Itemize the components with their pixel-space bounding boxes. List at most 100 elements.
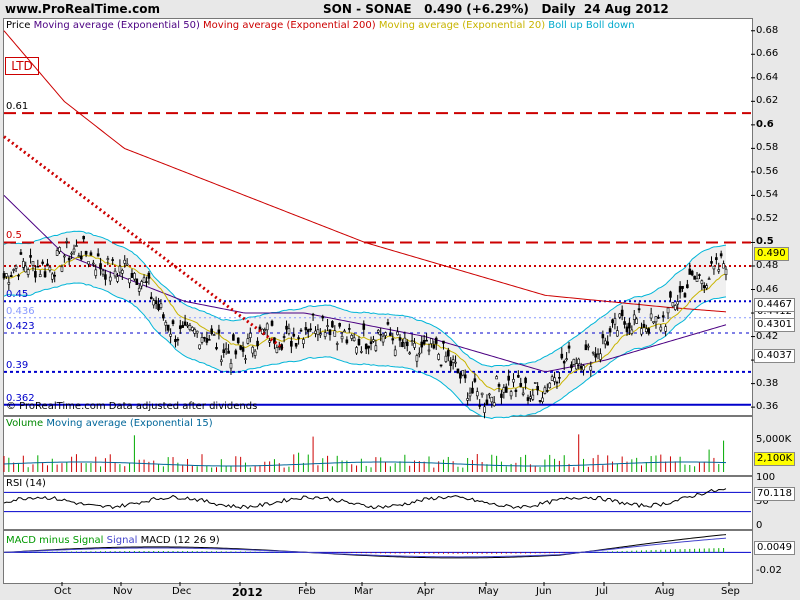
macd-box: 0.0049 bbox=[754, 540, 795, 555]
y-tick-label: 0.5 bbox=[756, 236, 774, 248]
candle-body bbox=[422, 340, 426, 345]
candle-body bbox=[517, 375, 520, 378]
candle-body bbox=[688, 268, 692, 275]
y-tick-label: 0.38 bbox=[756, 377, 779, 389]
candle-body bbox=[304, 327, 308, 331]
candle-body bbox=[652, 321, 655, 324]
candle-body bbox=[12, 269, 15, 271]
candle-body bbox=[343, 330, 346, 333]
candle-body bbox=[38, 274, 42, 278]
candle-body bbox=[497, 384, 501, 387]
candle-body bbox=[666, 307, 670, 314]
value-box: 0.4467 bbox=[754, 298, 795, 313]
candle-body bbox=[65, 241, 69, 243]
candle-body bbox=[215, 346, 218, 350]
x-tick-label: 2012 bbox=[232, 586, 263, 599]
candle-body bbox=[323, 332, 327, 337]
candle-body bbox=[504, 386, 508, 393]
candle-body bbox=[306, 329, 310, 333]
candle-body bbox=[490, 396, 494, 403]
candle-body bbox=[459, 372, 462, 379]
candle-body bbox=[512, 379, 515, 383]
candle-body bbox=[176, 338, 180, 341]
candle-body bbox=[451, 359, 455, 363]
candle-body bbox=[681, 285, 684, 289]
price-legend: Price Moving average (Exponential 50) Mo… bbox=[6, 20, 635, 31]
candle-body bbox=[439, 364, 443, 367]
candle-body bbox=[618, 313, 622, 318]
candle-body bbox=[408, 352, 411, 355]
candle-body bbox=[705, 285, 708, 289]
candle-body bbox=[333, 330, 337, 337]
candle-body bbox=[635, 318, 638, 324]
candle-body bbox=[316, 329, 320, 335]
level-label: 0.5 bbox=[6, 230, 22, 242]
volume-tick: 5,000K bbox=[756, 434, 792, 445]
candle-body bbox=[60, 266, 64, 272]
candle-body bbox=[533, 382, 537, 384]
candle-body bbox=[36, 265, 40, 268]
candle-body bbox=[724, 268, 728, 276]
candle-body bbox=[543, 387, 547, 394]
candle-body bbox=[169, 333, 172, 337]
y-tick-label: 0.64 bbox=[756, 71, 779, 83]
volume-label: Volume bbox=[6, 418, 44, 429]
candle-body bbox=[401, 341, 404, 348]
y-tick-label: 0.68 bbox=[756, 24, 779, 36]
candle-body bbox=[113, 270, 117, 277]
candle-body bbox=[140, 281, 143, 287]
candle-body bbox=[200, 337, 204, 343]
candle-body bbox=[415, 355, 419, 362]
candle-body bbox=[270, 320, 274, 326]
candle-body bbox=[500, 393, 503, 398]
legend-item: Price bbox=[6, 20, 34, 31]
candle-body bbox=[246, 338, 250, 344]
value-box: 0.490 bbox=[754, 247, 789, 262]
macd-legend: MACD minus Signal Signal MACD (12 26 9) bbox=[6, 535, 220, 546]
candle-body bbox=[478, 405, 481, 407]
candle-body bbox=[722, 263, 725, 269]
candle-body bbox=[253, 350, 257, 356]
rsi-tick: 0 bbox=[756, 520, 763, 531]
candle-body bbox=[410, 340, 414, 342]
candle-body bbox=[282, 336, 286, 338]
candle-body bbox=[608, 328, 612, 333]
candle-body bbox=[265, 323, 269, 331]
candle-body bbox=[572, 359, 576, 365]
candle-body bbox=[589, 366, 593, 371]
candle-body bbox=[538, 400, 542, 402]
candle-body bbox=[570, 364, 573, 369]
candle-body bbox=[75, 245, 78, 247]
candle-body bbox=[162, 314, 165, 319]
candle-body bbox=[244, 358, 247, 360]
y-tick-label: 0.48 bbox=[756, 259, 779, 271]
candle-body bbox=[186, 324, 189, 327]
candle-body bbox=[19, 252, 23, 255]
candle-body bbox=[350, 335, 354, 339]
candle-body bbox=[149, 296, 153, 300]
legend-item: Boll up Boll down bbox=[548, 20, 635, 31]
candle-body bbox=[403, 337, 407, 344]
candle-body bbox=[437, 354, 440, 360]
candle-body bbox=[396, 331, 399, 336]
candle-body bbox=[364, 343, 368, 350]
candle-body bbox=[645, 328, 648, 332]
candle-body bbox=[485, 399, 489, 405]
candle-body bbox=[77, 255, 81, 258]
volume-box: 2,100K bbox=[754, 452, 796, 466]
candle-body bbox=[207, 339, 211, 341]
candle-body bbox=[475, 391, 479, 397]
candle-body bbox=[596, 353, 600, 355]
candle-body bbox=[686, 284, 689, 289]
rsi-box: 70.118 bbox=[754, 487, 795, 502]
macd-tick: -0.02 bbox=[756, 564, 782, 576]
candle-body bbox=[591, 351, 595, 354]
candle-body bbox=[355, 347, 358, 354]
candle-body bbox=[48, 266, 52, 271]
candle-body bbox=[128, 278, 131, 284]
level-label: 0.45 bbox=[6, 289, 29, 301]
candle-body bbox=[152, 300, 156, 306]
candle-body bbox=[338, 323, 341, 327]
candle-body bbox=[251, 346, 255, 354]
candle-body bbox=[302, 339, 305, 345]
